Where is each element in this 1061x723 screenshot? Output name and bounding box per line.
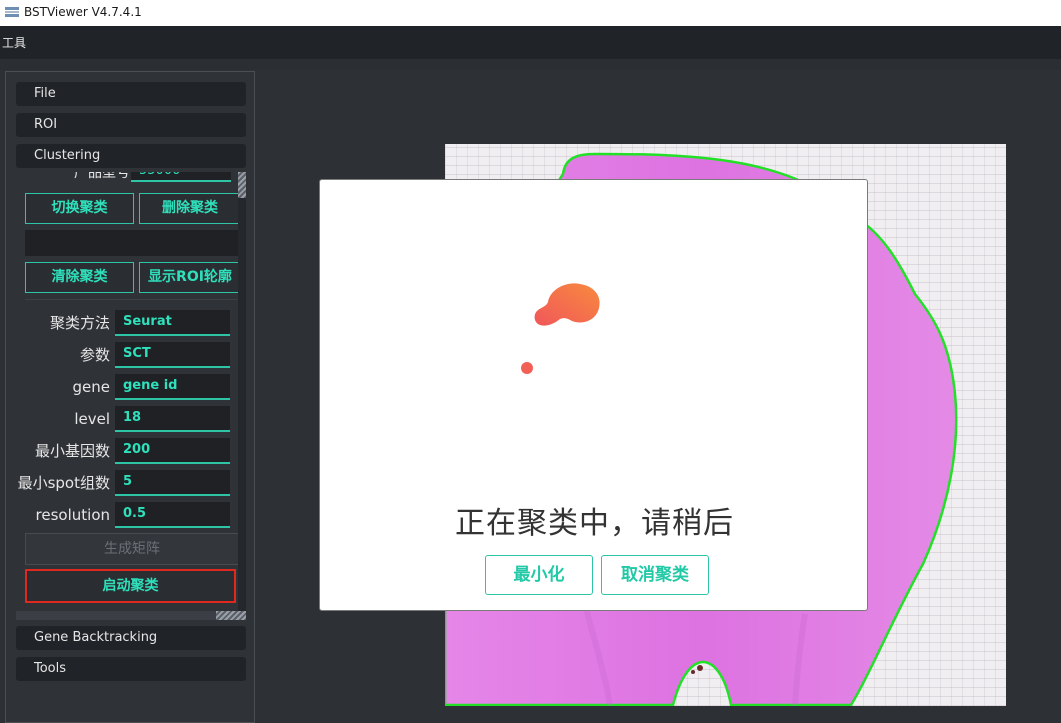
switch-cluster-button[interactable]: 切换聚类 <box>25 193 134 224</box>
param-field[interactable]: SCT <box>115 342 230 368</box>
section-file[interactable]: File <box>16 82 246 106</box>
section-roi[interactable]: ROI <box>16 113 246 137</box>
minimize-button[interactable]: 最小化 <box>485 555 593 595</box>
param-label: 参数 <box>79 346 110 364</box>
resolution-label: resolution <box>35 506 110 524</box>
generate-matrix-button[interactable]: 生成矩阵 <box>25 533 239 565</box>
toolbar-separator <box>0 59 1061 70</box>
clear-cluster-button[interactable]: 清除聚类 <box>25 262 134 293</box>
min-spot-field[interactable]: 5 <box>115 470 230 496</box>
horizontal-scrollbar-track <box>16 611 216 620</box>
gene-label: gene <box>72 378 111 396</box>
delete-cluster-button[interactable]: 删除聚类 <box>139 193 241 224</box>
window-title: BSTViewer V4.7.4.1 <box>24 5 142 19</box>
section-tools[interactable]: Tools <box>16 657 246 681</box>
horizontal-scrollbar-grip[interactable] <box>216 611 246 620</box>
section-gene-backtracking[interactable]: Gene Backtracking <box>16 626 246 650</box>
gene-field[interactable]: gene id <box>115 374 230 400</box>
horizontal-scrollbar[interactable] <box>16 611 246 620</box>
product-model-label: 产品型号 <box>74 172 130 181</box>
start-clustering-button[interactable]: 启动聚类 <box>25 569 236 603</box>
show-roi-outline-button[interactable]: 显示ROI轮廓 <box>139 262 241 293</box>
section-clustering[interactable]: Clustering <box>16 144 246 168</box>
cancel-clustering-button[interactable]: 取消聚类 <box>601 555 709 595</box>
min-genes-field[interactable]: 200 <box>115 438 230 464</box>
menu-bar: 工具 <box>0 26 1061 59</box>
title-bar: BSTViewer V4.7.4.1 <box>0 0 1061 26</box>
level-field[interactable]: 18 <box>115 406 230 432</box>
scrollbar-thumb[interactable] <box>238 172 246 198</box>
min-spot-label: 最小spot组数 <box>17 474 110 492</box>
clustering-progress-dialog: 正在聚类中，请稍后 最小化 取消聚类 <box>319 179 868 611</box>
level-label: level <box>74 410 110 428</box>
clustering-panel: 产品型号 55000 切换聚类 删除聚类 清除聚类 显示ROI轮廓 聚类方法 S… <box>16 172 246 620</box>
left-panel: File ROI Clustering 产品型号 55000 切换聚类 删除聚类… <box>5 71 255 723</box>
resolution-field[interactable]: 0.5 <box>115 502 230 528</box>
divider <box>25 299 241 300</box>
method-label: 聚类方法 <box>49 314 110 332</box>
app-icon <box>5 7 19 17</box>
min-genes-label: 最小基因数 <box>34 442 110 460</box>
product-model-field[interactable]: 55000 <box>131 172 231 182</box>
method-field[interactable]: Seurat <box>115 310 230 336</box>
clustering-message: 正在聚类中，请稍后 <box>455 506 734 541</box>
vertical-scrollbar[interactable] <box>238 172 246 620</box>
loading-spinner-icon <box>521 283 600 374</box>
menu-tools[interactable]: 工具 <box>2 34 26 51</box>
cluster-list[interactable] <box>25 230 241 256</box>
